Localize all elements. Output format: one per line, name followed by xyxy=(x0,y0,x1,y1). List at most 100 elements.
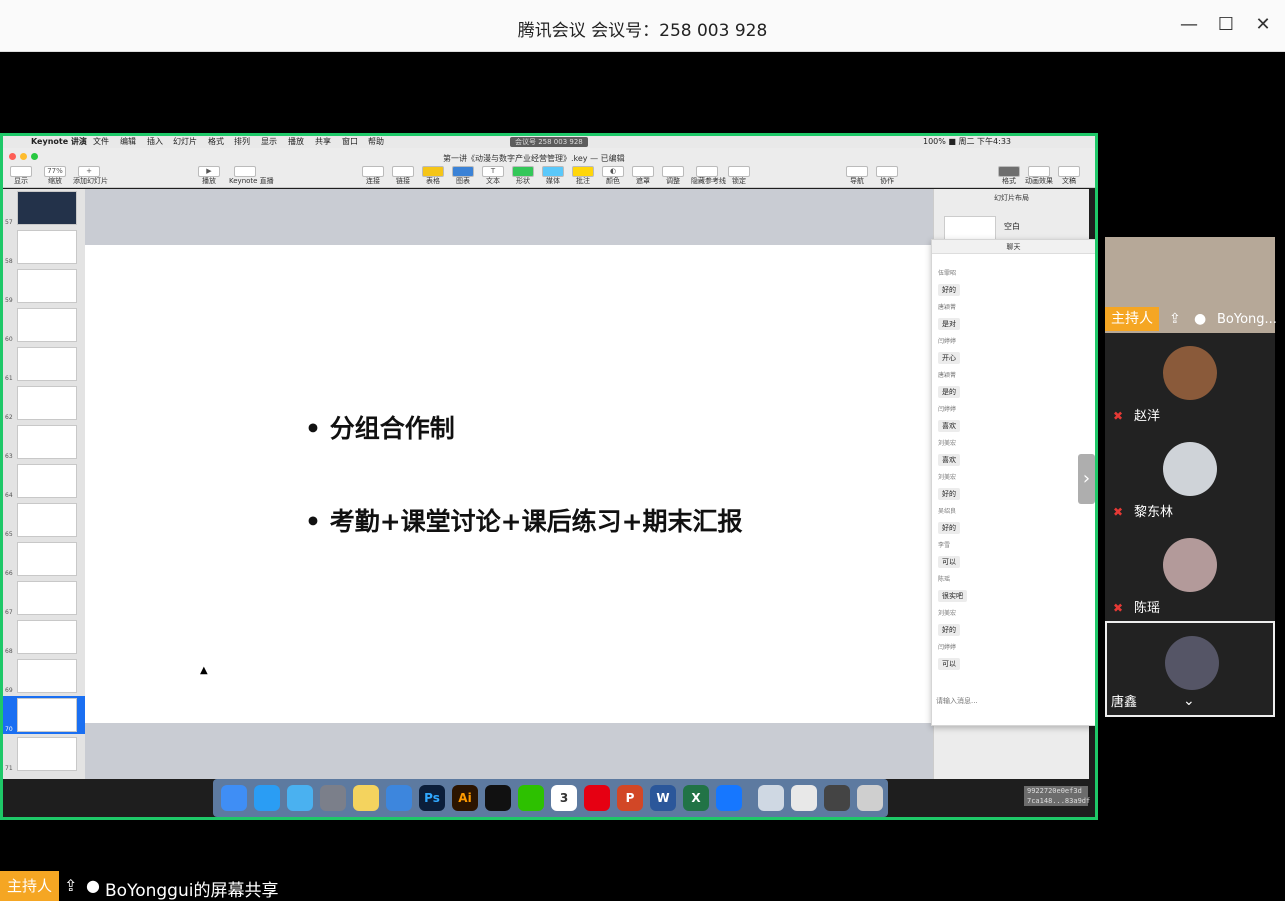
slide-number: 57 xyxy=(5,219,13,226)
powerpoint-icon[interactable]: P xyxy=(617,785,643,811)
chat-message: 唐颖菁 是的 xyxy=(938,370,960,398)
keynote-icon[interactable] xyxy=(386,785,412,811)
notes-icon[interactable] xyxy=(353,785,379,811)
toolbar-mask[interactable]: 遮罩 xyxy=(627,166,659,186)
slide-thumbnail[interactable]: 69 xyxy=(3,657,85,695)
close-button[interactable]: ✕ xyxy=(1250,12,1276,38)
toolbar-play[interactable]: ▶ 播放 xyxy=(193,166,225,186)
chat-input[interactable] xyxy=(936,693,1091,709)
toolbar-link[interactable]: 链接 xyxy=(387,166,419,186)
participant-tile[interactable]: ✖ 赵洋 xyxy=(1105,333,1275,429)
minimize-button[interactable]: — xyxy=(1176,12,1202,38)
excel-icon[interactable]: X xyxy=(683,785,709,811)
toolbar-connect[interactable]: 连接 xyxy=(357,166,389,186)
wechat-icon[interactable] xyxy=(518,785,544,811)
screenshot-icon[interactable] xyxy=(824,785,850,811)
toolbar-lock[interactable]: 锁定 xyxy=(723,166,755,186)
menu-file[interactable]: 文件 xyxy=(93,136,109,148)
participant-tile[interactable]: ✖ 黎东林 xyxy=(1105,429,1275,525)
trash-icon[interactable] xyxy=(857,785,883,811)
toolbar-table[interactable]: 表格 xyxy=(417,166,449,186)
finder-icon[interactable] xyxy=(221,785,247,811)
word-icon[interactable]: W xyxy=(650,785,676,811)
toolbar-guides[interactable]: 隐藏参考线 xyxy=(691,166,726,186)
toolbar-animate[interactable]: 动画效果 xyxy=(1023,166,1055,186)
toolbar-comment[interactable]: 批注 xyxy=(567,166,599,186)
toolbar-collaborate[interactable]: 协作 xyxy=(871,166,903,186)
preview-icon[interactable] xyxy=(758,785,784,811)
toolbar-document[interactable]: 文稿 xyxy=(1053,166,1085,186)
slide-thumbnail[interactable]: 67 xyxy=(3,579,85,617)
menu-help[interactable]: 帮助 xyxy=(368,136,384,148)
photoshop-icon[interactable]: Ps xyxy=(419,785,445,811)
menu-share[interactable]: 共享 xyxy=(315,136,331,148)
slide-thumbnail[interactable]: 59 xyxy=(3,267,85,305)
menu-edit[interactable]: 编辑 xyxy=(120,136,136,148)
chat-text: 可以 xyxy=(938,556,960,568)
slide-thumbnail[interactable]: 65 xyxy=(3,501,85,539)
document-stack-icon[interactable] xyxy=(791,785,817,811)
slide-thumbnail[interactable]: 61 xyxy=(3,345,85,383)
menu-arrange[interactable]: 排列 xyxy=(234,136,250,148)
slide-thumbnail[interactable]: 58 xyxy=(3,228,85,266)
toolbar-text[interactable]: T 文本 xyxy=(477,166,509,186)
launchpad-icon[interactable] xyxy=(320,785,346,811)
toolbar-live[interactable]: Keynote 直播 xyxy=(229,166,274,186)
traffic-zoom-icon[interactable] xyxy=(31,153,38,160)
chevron-down-icon[interactable]: ⌄ xyxy=(1183,693,1195,709)
toolbar-adjust[interactable]: 调整 xyxy=(657,166,689,186)
traffic-minimize-icon[interactable] xyxy=(20,153,27,160)
toolbar-label: 缩放 xyxy=(48,177,62,185)
toolbar-view[interactable]: 显示 xyxy=(5,166,37,186)
qq-icon[interactable] xyxy=(485,785,511,811)
slide-thumbnail[interactable]: 63 xyxy=(3,423,85,461)
slide-thumbnail-selected[interactable]: 70 xyxy=(3,696,85,734)
maximize-button[interactable]: ☐ xyxy=(1213,12,1239,38)
toolbar-zoom[interactable]: 77% 缩放 xyxy=(39,166,71,186)
menu-keynote[interactable]: Keynote 讲演 xyxy=(31,136,87,148)
menu-format[interactable]: 格式 xyxy=(208,136,224,148)
avatar xyxy=(1165,636,1219,690)
toolbar-chart[interactable]: 图表 xyxy=(447,166,479,186)
thumbnail-image xyxy=(17,698,77,732)
toolbar-label: 连接 xyxy=(366,177,380,185)
toolbar-shape[interactable]: 形状 xyxy=(507,166,539,186)
toolbar-add-slide[interactable]: + 添加幻灯片 xyxy=(73,166,108,186)
toolbar-color[interactable]: ◐ 颜色 xyxy=(597,166,629,186)
host-video-tile[interactable]: 主持人 ⇪ ● BoYong... xyxy=(1105,237,1277,333)
menu-window[interactable]: 窗口 xyxy=(342,136,358,148)
toolbar-label: 图表 xyxy=(456,177,470,185)
participant-tile[interactable]: ✖ 陈瑶 xyxy=(1105,525,1275,621)
tencent-meeting-icon[interactable] xyxy=(716,785,742,811)
participant-tile[interactable]: 唐鑫 ⌄ xyxy=(1105,621,1275,717)
chat-sender: 伍霏昭 xyxy=(938,270,957,277)
toolbar-format[interactable]: 格式 xyxy=(993,166,1025,186)
menu-view[interactable]: 显示 xyxy=(261,136,277,148)
slide-thumbnail[interactable]: 66 xyxy=(3,540,85,578)
thumbnail-image xyxy=(17,542,77,576)
connect-icon xyxy=(362,166,384,177)
thumbnail-image xyxy=(17,308,77,342)
traffic-close-icon[interactable] xyxy=(9,153,16,160)
slide-thumbnail[interactable]: 71 xyxy=(3,735,85,773)
cloud-icon[interactable] xyxy=(287,785,313,811)
toolbar-media[interactable]: 媒体 xyxy=(537,166,569,186)
slide-thumbnail[interactable]: 64 xyxy=(3,462,85,500)
slide-thumbnail[interactable]: 62 xyxy=(3,384,85,422)
toolbar-navigate[interactable]: 导航 xyxy=(841,166,873,186)
toolbar-label: 显示 xyxy=(14,177,28,185)
bullet-text: 考勤+课堂讨论+课后练习+期末汇报 xyxy=(329,507,743,536)
current-slide[interactable]: • 分组合作制 • 考勤+课堂讨论+课后练习+期末汇报 ▲ xyxy=(85,245,933,723)
illustrator-icon[interactable]: Ai xyxy=(452,785,478,811)
menu-play[interactable]: 播放 xyxy=(288,136,304,148)
menu-slide[interactable]: 幻灯片 xyxy=(173,136,197,148)
chat-sender: 闫婷婷 xyxy=(938,406,957,413)
calendar-icon[interactable]: 3 xyxy=(551,785,577,811)
menu-insert[interactable]: 插入 xyxy=(147,136,163,148)
safari-icon[interactable] xyxy=(254,785,280,811)
side-expand-arrow-icon[interactable]: › xyxy=(1078,454,1095,504)
slide-thumbnail[interactable]: 57 xyxy=(3,189,85,227)
slide-thumbnail[interactable]: 68 xyxy=(3,618,85,656)
slide-thumbnail[interactable]: 60 xyxy=(3,306,85,344)
netease-music-icon[interactable] xyxy=(584,785,610,811)
